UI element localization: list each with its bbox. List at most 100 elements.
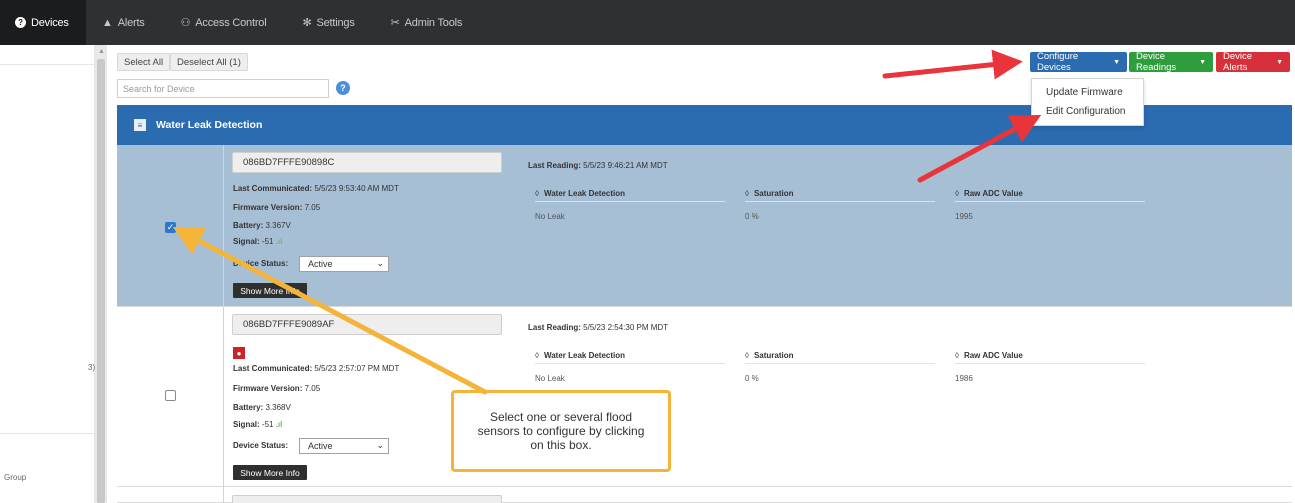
reading-label: Raw ADC Value (963, 189, 1023, 198)
nav-settings[interactable]: ✻ Settings (282, 0, 370, 45)
device-readings-button[interactable]: Device Readings ▼ (1129, 51, 1213, 73)
device-id: 086BD7FFFE9089AF (232, 314, 502, 335)
instruction-callout: Select one or several flood sensors to c… (451, 390, 671, 472)
show-more-info-button[interactable]: Show More Info (233, 283, 307, 298)
reading-value: No Leak (535, 374, 565, 383)
top-nav: ? Devices ▲ Alerts ⚇ Access Control ✻ Se… (0, 0, 1295, 45)
device-status-select[interactable]: Active ⌄ (299, 438, 389, 454)
row-divider (223, 487, 224, 502)
last-reading-label: Last Reading: (528, 323, 581, 332)
signal-label: Signal: (233, 237, 260, 246)
sidebar-scrollbar[interactable]: ▲ (95, 45, 107, 503)
sidebar-group-label[interactable]: Group (4, 473, 26, 482)
show-more-info-button[interactable]: Show More Info (233, 465, 307, 480)
warning-icon: ▲ (102, 16, 113, 29)
question-circle-icon: ? (15, 17, 26, 28)
group-title: Water Leak Detection (156, 119, 263, 131)
last-communicated: Last Communicated: 5/5/23 9:53:40 AM MDT (233, 184, 399, 193)
device-readings-label: Device Readings (1136, 51, 1177, 73)
deselect-all-button[interactable]: Deselect All (1) (170, 53, 248, 71)
battery-label: Battery: (233, 221, 264, 230)
battery-value: 3.367V (265, 221, 291, 230)
device-id: 086BD7FFFE90898C (232, 152, 502, 173)
reading-header: ◊ Raw ADC Value (955, 189, 1145, 202)
configure-dropdown-menu: Update Firmware Edit Configuration (1031, 78, 1144, 126)
device-alerts-label: Device Alerts (1223, 51, 1253, 73)
menu-item-edit-configuration[interactable]: Edit Configuration (1046, 106, 1126, 117)
reading-value: 0 % (745, 374, 759, 383)
device-row: ✓ 086BD7FFFE90898C Last Communicated: 5/… (117, 145, 1292, 307)
reading-label: Raw ADC Value (963, 351, 1023, 360)
battery: Battery: 3.367V (233, 221, 291, 230)
signal-label: Signal: (233, 420, 260, 429)
reading-header: ◊ Raw ADC Value (955, 351, 1145, 364)
reading-header: ◊ Saturation (745, 351, 935, 364)
device-select-checkbox[interactable]: ✓ (165, 222, 176, 233)
nav-alerts[interactable]: ▲ Alerts (86, 0, 161, 45)
droplet-icon: ◊ (745, 351, 749, 360)
last-communicated-value: 5/5/23 9:53:40 AM MDT (314, 184, 399, 193)
device-row: 086BD7FFFE9089AF ● Last Communicated: 5/… (117, 307, 1292, 487)
reading-value: 1995 (955, 212, 973, 221)
sidebar-divider (0, 433, 95, 434)
device-status-select[interactable]: Active ⌄ (299, 256, 389, 272)
status-value: Active (308, 441, 333, 451)
row-divider (223, 307, 224, 486)
device-row (117, 487, 1292, 503)
collapse-icon[interactable]: ≡ (134, 119, 146, 131)
reading-label: Saturation (753, 351, 794, 360)
last-reading-label: Last Reading: (528, 161, 581, 170)
nav-devices[interactable]: ? Devices (0, 0, 86, 45)
device-status-label: Device Status: (233, 259, 288, 268)
scroll-up-icon[interactable]: ▲ (98, 48, 105, 55)
device-id-partial (232, 495, 502, 503)
last-communicated-label: Last Communicated: (233, 364, 313, 373)
configure-devices-label: Configure Devices (1037, 51, 1079, 73)
battery: Battery: 3.368V (233, 403, 291, 412)
last-reading-value: 5/5/23 9:46:21 AM MDT (583, 161, 668, 170)
signal-value: -51 (261, 420, 274, 429)
last-communicated-label: Last Communicated: (233, 184, 313, 193)
firmware-version: Firmware Version: 7.05 (233, 384, 320, 393)
select-all-button[interactable]: Select All (117, 53, 171, 71)
help-icon[interactable]: ? (336, 81, 350, 95)
nav-access-control-label: Access Control (195, 16, 267, 29)
status-label: Device Status: (233, 441, 289, 450)
nav-admin-tools[interactable]: ✂ Admin Tools (371, 0, 479, 45)
last-reading: Last Reading: 5/5/23 9:46:21 AM MDT (528, 161, 668, 170)
device-alerts-button[interactable]: Device Alerts ▼ (1216, 51, 1290, 73)
droplet-icon: ◊ (955, 189, 959, 198)
reading-header: ◊ Water Leak Detection (535, 351, 725, 364)
last-communicated: Last Communicated: 5/5/23 2:57:07 PM MDT (233, 364, 399, 373)
reading-label: Water Leak Detection (543, 351, 626, 360)
reading-label: Water Leak Detection (543, 189, 626, 198)
reading-header: ◊ Water Leak Detection (535, 189, 725, 202)
firmware-label: Firmware Version: (233, 384, 303, 393)
menu-item-update-firmware[interactable]: Update Firmware (1046, 87, 1123, 98)
reading-label: Saturation (753, 189, 794, 198)
gear-icon: ✻ (302, 17, 312, 29)
droplet-icon: ◊ (535, 189, 539, 198)
device-select-checkbox[interactable] (165, 390, 176, 401)
signal-value: -51 (261, 237, 274, 246)
nav-alerts-label: Alerts (117, 16, 145, 29)
sidebar: 3) Group (0, 45, 95, 503)
reading-value: 1986 (955, 374, 973, 383)
droplet-icon: ◊ (535, 351, 539, 360)
nav-access-control[interactable]: ⚇ Access Control (161, 0, 283, 45)
last-reading-value: 5/5/23 2:54:30 PM MDT (583, 323, 669, 332)
scrollbar-thumb[interactable] (97, 59, 105, 503)
search-input[interactable]: Search for Device (117, 79, 329, 98)
firmware-version: Firmware Version: 7.05 (233, 203, 320, 212)
signal: Signal: -51 .ıl (233, 420, 282, 429)
caret-down-icon: ▼ (1276, 58, 1283, 66)
chevron-down-icon: ⌄ (376, 440, 384, 450)
main-content: Select All Deselect All (1) Search for D… (107, 45, 1295, 503)
users-icon: ⚇ (180, 17, 191, 29)
status-value: Active (308, 259, 333, 269)
droplet-icon: ◊ (955, 351, 959, 360)
configure-devices-button[interactable]: Configure Devices ▼ (1030, 51, 1127, 73)
firmware-value: 7.05 (304, 203, 321, 212)
chevron-down-icon: ⌄ (376, 258, 384, 268)
battery-label: Battery: (233, 403, 264, 412)
